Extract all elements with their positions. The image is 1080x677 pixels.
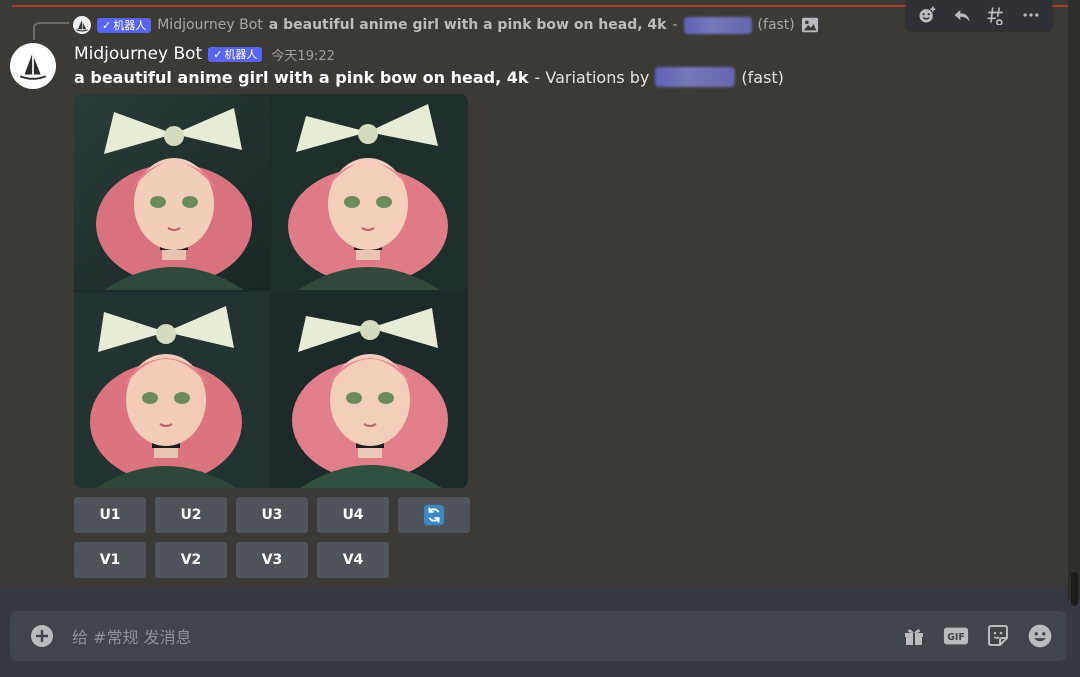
check-icon: ✓	[213, 47, 223, 61]
scrollbar-track[interactable]	[1068, 0, 1080, 600]
v2-button[interactable]: V2	[155, 542, 227, 578]
svg-text:GIF: GIF	[947, 632, 964, 643]
composer-actions: GIF	[901, 623, 1053, 649]
message-composer: 给 #常规 发消息 GIF	[10, 611, 1067, 661]
reply-reference[interactable]: ✓ 机器人 Midjourney Bot a beautiful anime gi…	[73, 15, 819, 35]
reply-prompt: a beautiful anime girl with a pink bow o…	[268, 17, 667, 33]
check-icon: ✓	[102, 18, 112, 32]
v1-button[interactable]: V1	[74, 542, 146, 578]
u4-button[interactable]: U4	[317, 497, 389, 533]
image-icon	[801, 17, 818, 33]
anime-girl-image	[74, 292, 270, 488]
anime-girl-image	[272, 94, 468, 290]
anime-girl-image	[74, 94, 270, 290]
timestamp: 今天19:22	[271, 48, 335, 64]
add-attachment-icon[interactable]	[30, 624, 54, 648]
create-thread-icon[interactable]	[983, 2, 1009, 28]
u1-button[interactable]: U1	[74, 497, 146, 533]
reply-avatar	[73, 16, 91, 34]
reroll-button[interactable]	[398, 497, 470, 533]
image-variation-1[interactable]	[74, 94, 270, 290]
reply-mention-redacted	[683, 16, 752, 34]
v3-button[interactable]: V3	[236, 542, 308, 578]
more-icon[interactable]	[1018, 2, 1044, 28]
variation-button-row: V1 V2 V3 V4	[74, 542, 389, 578]
anime-girl-image	[272, 292, 468, 488]
gift-icon[interactable]	[901, 623, 927, 649]
reply-icon[interactable]	[949, 2, 975, 28]
variations-label: - Variations by	[534, 67, 650, 87]
prompt-text: a beautiful anime girl with a pink bow o…	[74, 67, 529, 87]
emoji-icon[interactable]	[1027, 623, 1053, 649]
u3-button[interactable]: U3	[236, 497, 308, 533]
user-mention-redacted[interactable]	[655, 67, 736, 87]
v4-button[interactable]: V4	[317, 542, 389, 578]
bot-badge: ✓ 机器人	[97, 17, 152, 33]
bot-badge: ✓ 机器人	[208, 46, 263, 62]
reply-speed: (fast)	[757, 17, 795, 33]
message-input[interactable]: 给 #常规 发消息	[72, 624, 901, 648]
image-variation-4[interactable]	[272, 292, 468, 488]
midjourney-logo-icon	[19, 54, 47, 80]
sticker-icon[interactable]	[985, 623, 1011, 649]
image-variation-2[interactable]	[272, 94, 468, 290]
message-content: a beautiful anime girl with a pink bow o…	[74, 67, 784, 87]
reply-bot-name[interactable]: Midjourney Bot	[157, 17, 263, 33]
refresh-icon	[423, 504, 445, 526]
scrollbar-thumb[interactable]	[1071, 572, 1078, 606]
message-header: Midjourney Bot ✓ 机器人 今天19:22	[74, 43, 335, 65]
u2-button[interactable]: U2	[155, 497, 227, 533]
add-reaction-icon[interactable]	[914, 2, 940, 28]
bot-avatar[interactable]	[10, 43, 56, 89]
username[interactable]: Midjourney Bot	[74, 44, 202, 64]
image-grid[interactable]	[74, 94, 468, 488]
message-actions-toolbar	[906, 0, 1052, 30]
reply-separator: -	[672, 17, 678, 33]
reply-connector	[33, 22, 69, 40]
image-variation-3[interactable]	[74, 292, 270, 488]
upscale-button-row: U1 U2 U3 U4	[74, 497, 470, 533]
speed-label: (fast)	[741, 67, 784, 87]
gif-icon[interactable]: GIF	[943, 623, 969, 649]
